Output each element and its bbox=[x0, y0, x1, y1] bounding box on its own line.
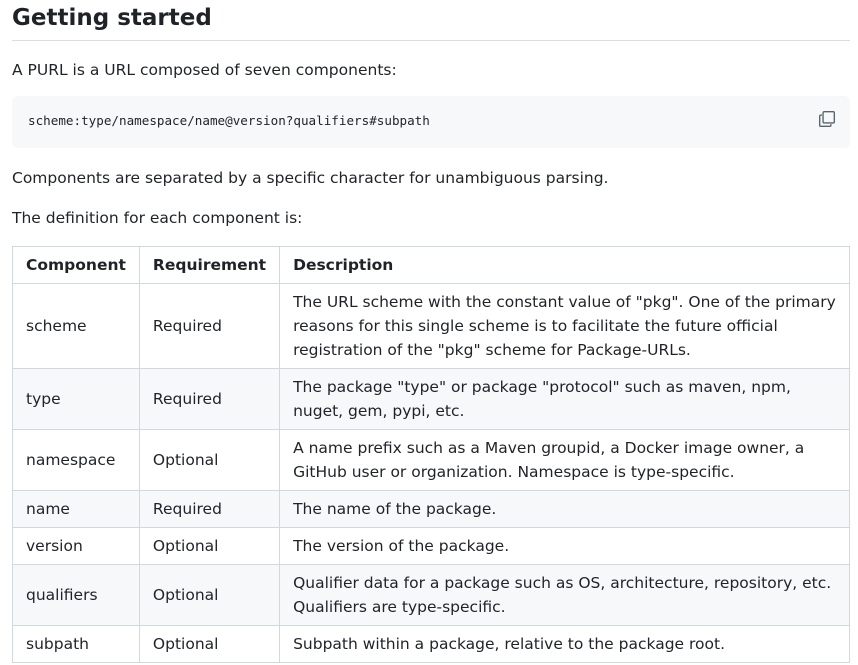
header-requirement: Requirement bbox=[138, 246, 281, 284]
cell-requirement: Optional bbox=[138, 527, 281, 565]
cell-description: The name of the package. bbox=[279, 490, 850, 528]
table-row: type Required The package "type" or pack… bbox=[12, 368, 850, 430]
page: Getting started A PURL is a URL composed… bbox=[0, 0, 858, 665]
table-header-row: Component Requirement Description bbox=[12, 246, 850, 284]
section-heading: Getting started bbox=[12, 0, 850, 41]
cell-requirement: Required bbox=[138, 490, 281, 528]
header-component: Component bbox=[12, 246, 140, 284]
table-row: qualifiers Optional Qualifier data for a… bbox=[12, 564, 850, 626]
cell-component: qualifiers bbox=[12, 564, 140, 626]
code-block: scheme:type/namespace/name@version?quali… bbox=[12, 96, 850, 148]
separator-paragraph: Components are separated by a specific c… bbox=[12, 169, 609, 187]
cell-requirement: Required bbox=[138, 368, 281, 430]
table-row: scheme Required The URL scheme with the … bbox=[12, 283, 850, 369]
cell-component: version bbox=[12, 527, 140, 565]
cell-description: The package "type" or package "protocol"… bbox=[279, 368, 850, 430]
cell-description: Qualifier data for a package such as OS,… bbox=[279, 564, 850, 626]
cell-description: The version of the package. bbox=[279, 527, 850, 565]
intro-paragraph: A PURL is a URL composed of seven compon… bbox=[12, 61, 397, 79]
cell-component: name bbox=[12, 490, 140, 528]
purl-syntax-code: scheme:type/namespace/name@version?quali… bbox=[28, 113, 430, 128]
cell-description: The URL scheme with the constant value o… bbox=[279, 283, 850, 369]
table-row: subpath Optional Subpath within a packag… bbox=[12, 625, 850, 663]
cell-requirement: Required bbox=[138, 283, 281, 369]
cell-description: A name prefix such as a Maven groupid, a… bbox=[279, 429, 850, 491]
table-row: namespace Optional A name prefix such as… bbox=[12, 429, 850, 491]
table-row: name Required The name of the package. bbox=[12, 490, 850, 528]
copy-button[interactable] bbox=[818, 110, 836, 128]
components-table: Component Requirement Description scheme… bbox=[12, 246, 850, 663]
table-row: version Optional The version of the pack… bbox=[12, 527, 850, 565]
definition-intro-paragraph: The definition for each component is: bbox=[12, 209, 303, 227]
cell-requirement: Optional bbox=[138, 625, 281, 663]
cell-component: subpath bbox=[12, 625, 140, 663]
cell-component: scheme bbox=[12, 283, 140, 369]
header-description: Description bbox=[279, 246, 850, 284]
cell-component: type bbox=[12, 368, 140, 430]
cell-component: namespace bbox=[12, 429, 140, 491]
copy-icon bbox=[819, 111, 835, 127]
cell-description: Subpath within a package, relative to th… bbox=[279, 625, 850, 663]
cell-requirement: Optional bbox=[138, 564, 281, 626]
cell-requirement: Optional bbox=[138, 429, 281, 491]
